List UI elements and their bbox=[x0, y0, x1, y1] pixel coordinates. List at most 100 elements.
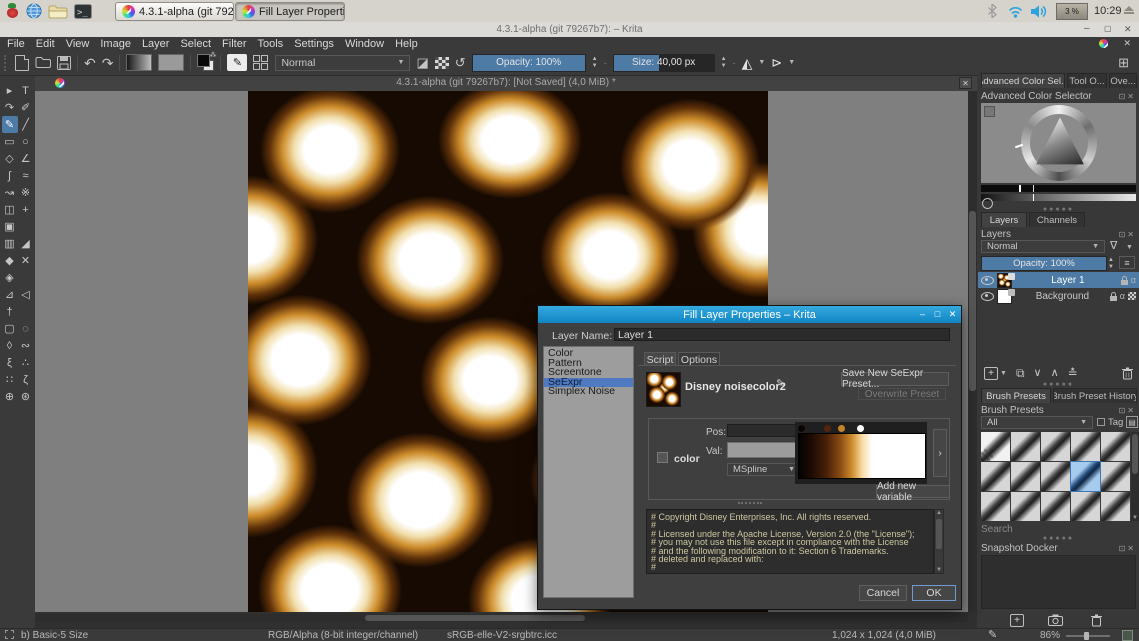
dialog-maximize-icon[interactable]: □ bbox=[931, 308, 944, 321]
volume-icon[interactable] bbox=[1031, 5, 1047, 23]
brush-preset-thumb[interactable] bbox=[1101, 492, 1130, 521]
brush-preset-thumb[interactable] bbox=[1041, 432, 1070, 461]
tool-bezier-curve[interactable]: ʃ bbox=[2, 167, 18, 184]
taskbar-window-fill-layer[interactable]: Fill Layer Properties –... bbox=[235, 2, 345, 21]
tool-calligraphy[interactable]: ✐ bbox=[18, 99, 34, 116]
blend-mode-select[interactable]: Normal▼ bbox=[275, 55, 410, 71]
create-snapshot-button[interactable]: + bbox=[1010, 614, 1024, 627]
size-spinner[interactable]: ▲▼ bbox=[721, 56, 727, 69]
gradient-editor[interactable] bbox=[795, 422, 927, 484]
tool-assistants[interactable]: ⊿ bbox=[2, 286, 18, 303]
tool-reference-images[interactable]: † bbox=[2, 303, 18, 320]
file-manager-icon[interactable] bbox=[48, 4, 68, 24]
tool-smart-patch[interactable]: ✕ bbox=[18, 252, 34, 269]
color-selector-settings-icon[interactable] bbox=[984, 106, 995, 117]
undo-icon[interactable]: ↶ bbox=[84, 56, 96, 70]
layer-properties-icon[interactable]: ≛ bbox=[1068, 367, 1078, 379]
brush-memory-icon[interactable]: ✎ bbox=[988, 630, 997, 641]
alpha-lock-icon[interactable]: α bbox=[1120, 292, 1125, 301]
tool-freehand-path[interactable]: ≈ bbox=[18, 167, 34, 184]
size-slider[interactable]: Size: 40,00 px bbox=[613, 54, 715, 72]
tab-overview[interactable]: Ove... bbox=[1109, 73, 1137, 88]
move-layer-down-icon[interactable]: ∨ bbox=[1034, 368, 1042, 379]
redo-icon[interactable]: ↷ bbox=[102, 56, 114, 70]
brush-preset-thumb[interactable] bbox=[1011, 462, 1040, 491]
tool-freehand-select[interactable]: ∾ bbox=[18, 337, 34, 354]
float-close-icons[interactable]: ⊡✕ bbox=[1119, 406, 1136, 415]
variable-checkbox[interactable] bbox=[657, 452, 668, 463]
brush-preset-thumb[interactable] bbox=[1071, 432, 1100, 461]
menu-select[interactable]: Select bbox=[180, 38, 211, 50]
tool-polygon[interactable]: ◇ bbox=[2, 150, 18, 167]
clock[interactable]: 10:29 bbox=[1094, 5, 1122, 17]
tool-crop[interactable]: ▣ bbox=[2, 218, 18, 235]
browser-icon[interactable] bbox=[26, 3, 42, 24]
script-editor[interactable]: # Copyright Disney Enterprises, Inc. All… bbox=[646, 509, 934, 574]
gradient-stop[interactable] bbox=[837, 424, 846, 433]
layer-opacity-slider[interactable]: Opacity: 100% bbox=[981, 256, 1107, 271]
display-mode-icon[interactable]: ▤ bbox=[1126, 416, 1138, 428]
layer-row-background[interactable]: Background α bbox=[978, 288, 1139, 304]
visibility-eye-icon[interactable] bbox=[981, 292, 994, 301]
tool-polygonal-select[interactable]: ◊ bbox=[2, 337, 18, 354]
brush-presets-button[interactable] bbox=[253, 55, 269, 71]
minimize-button[interactable]: – bbox=[1084, 23, 1090, 34]
tab-brush-preset-history[interactable]: Brush Preset History bbox=[1053, 388, 1137, 403]
edit-preset-pen-icon[interactable]: ✎ bbox=[776, 379, 785, 390]
float-close-icons[interactable]: ⊡✕ bbox=[1119, 92, 1136, 101]
filter-funnel-icon[interactable]: ∇ bbox=[1110, 241, 1117, 252]
tool-text[interactable]: T bbox=[18, 82, 34, 99]
tool-zoom[interactable]: ⊕ bbox=[2, 388, 18, 405]
tool-similar-color-select[interactable]: ∴ bbox=[18, 354, 34, 371]
subwindow-close-icon[interactable]: ✕ bbox=[1123, 38, 1131, 49]
chevron-down-icon[interactable]: ▼ bbox=[1126, 244, 1133, 251]
delete-layer-trash-icon[interactable] bbox=[1122, 367, 1133, 380]
tab-brush-presets[interactable]: Brush Presets bbox=[981, 388, 1051, 403]
brush-preset-thumb[interactable] bbox=[1011, 492, 1040, 521]
chevron-down-icon[interactable]: ▼ bbox=[758, 59, 765, 66]
menu-help[interactable]: Help bbox=[395, 38, 418, 50]
terminal-icon[interactable]: >_ bbox=[74, 4, 92, 24]
brush-grid-scrollbar[interactable]: ▼ bbox=[1131, 432, 1139, 521]
tab-tool-options[interactable]: Tool O... bbox=[1067, 73, 1107, 88]
dialog-titlebar[interactable]: Fill Layer Properties – Krita – □ ✕ bbox=[538, 306, 961, 323]
menu-image[interactable]: Image bbox=[100, 38, 131, 50]
save-icon[interactable] bbox=[57, 56, 71, 70]
tool-fill[interactable]: ◆ bbox=[2, 252, 18, 269]
tool-edit-shapes[interactable]: ↷ bbox=[2, 99, 18, 116]
gradient-stop[interactable] bbox=[797, 424, 806, 433]
pos-input[interactable] bbox=[727, 424, 801, 437]
snapshot-list[interactable] bbox=[981, 555, 1136, 609]
reload-preset-icon[interactable]: ↺ bbox=[455, 56, 466, 69]
dialog-minimize-icon[interactable]: – bbox=[916, 308, 929, 321]
alpha-inherit-icon[interactable] bbox=[1128, 292, 1136, 300]
float-close-icons[interactable]: ⊡✕ bbox=[1119, 230, 1136, 239]
brush-preset-thumb-selected[interactable] bbox=[1071, 462, 1100, 491]
fg-bg-color-chooser[interactable]: ⁂ bbox=[197, 54, 214, 71]
layer-blend-mode-select[interactable]: Normal▼ bbox=[981, 240, 1105, 253]
docker-splitter[interactable]: ●●●●● bbox=[978, 383, 1139, 387]
cpu-monitor[interactable]: 3 % bbox=[1056, 3, 1088, 20]
brush-preset-thumb[interactable] bbox=[981, 462, 1010, 491]
brush-preset-thumb[interactable] bbox=[1101, 432, 1130, 461]
tool-gradient[interactable]: ▥ bbox=[2, 235, 18, 252]
tag-checkbox[interactable] bbox=[1097, 418, 1105, 426]
opacity-spinner[interactable]: ▲▼ bbox=[592, 56, 598, 69]
tool-line[interactable]: ╱ bbox=[18, 116, 34, 133]
tool-polyline[interactable]: ∠ bbox=[18, 150, 34, 167]
tab-channels[interactable]: Channels bbox=[1029, 212, 1085, 227]
hue-ring[interactable] bbox=[1021, 105, 1097, 181]
eject-icon[interactable] bbox=[1124, 6, 1134, 14]
taskbar-window-krita[interactable]: 4.3.1-alpha (git 7926... bbox=[115, 2, 234, 21]
close-button[interactable]: ✕ bbox=[1124, 24, 1132, 35]
ok-button[interactable]: OK bbox=[912, 585, 956, 601]
save-preset-button[interactable]: Save New SeExpr Preset... bbox=[841, 372, 949, 386]
pattern-chooser[interactable] bbox=[158, 54, 184, 71]
gradient-ramp[interactable] bbox=[798, 433, 926, 479]
tool-move[interactable]: + bbox=[18, 201, 34, 218]
tool-bezier-select[interactable]: ζ bbox=[18, 371, 34, 388]
script-scrollbar[interactable]: ▲ ▼ bbox=[934, 509, 944, 574]
canvas-vertical-scrollbar[interactable] bbox=[968, 91, 977, 612]
mirror-vertical-icon[interactable]: ⊳ bbox=[771, 56, 782, 69]
brush-preset-thumb[interactable] bbox=[981, 492, 1010, 521]
